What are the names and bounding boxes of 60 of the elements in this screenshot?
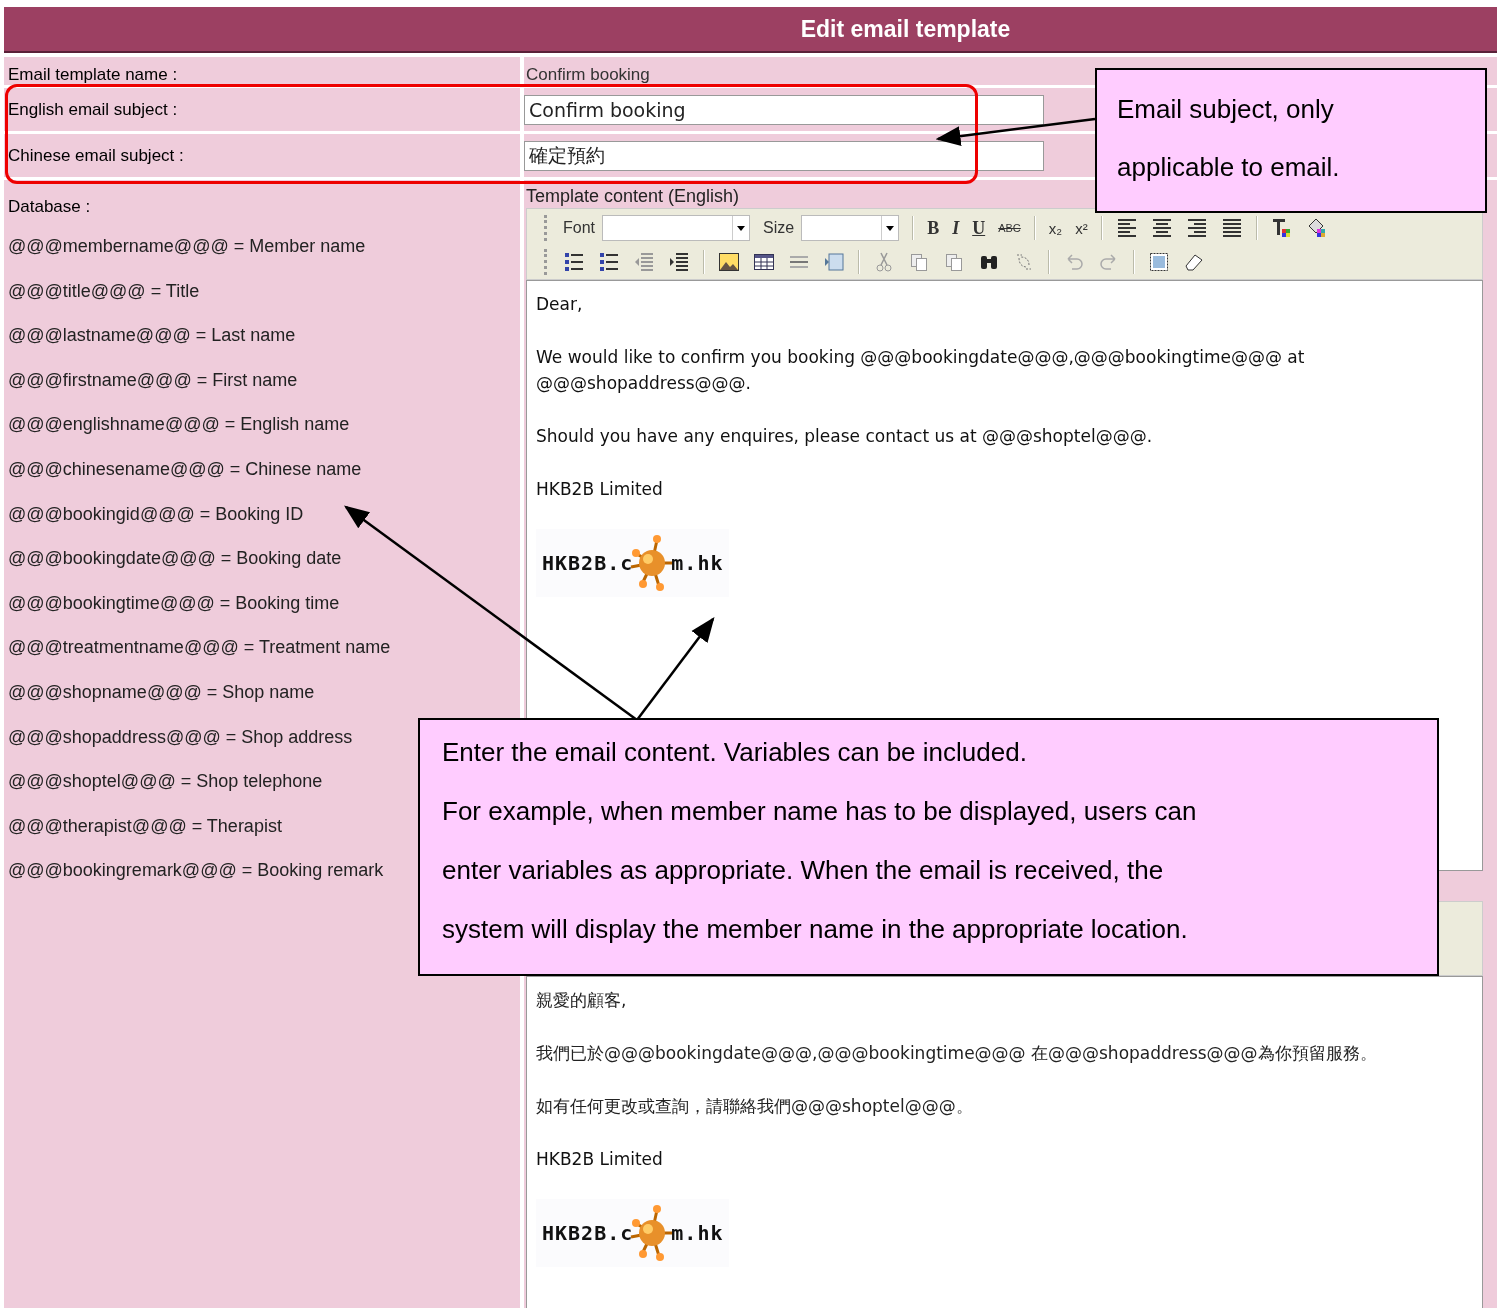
- email-paragraph: Dear,: [536, 293, 584, 316]
- field-label: Email template name :: [7, 65, 178, 85]
- italic-button[interactable]: I: [952, 217, 960, 239]
- numbered-list-icon[interactable]: [563, 251, 585, 273]
- subject-field[interactable]: Confirm booking: [524, 94, 1044, 125]
- email-paragraph: 我們已於@@@bookingdate@@@,@@@bookingtime@@@ 在@@@shopaddress@@@為你預留服務。: [536, 1042, 1378, 1065]
- variable-entry: @@@membername@@@ = Member name: [7, 235, 366, 258]
- variable-entry: @@@firstname@@@ = First name: [7, 368, 298, 392]
- align-right-icon[interactable]: [1185, 217, 1208, 239]
- field-value: Confirm booking: [525, 65, 650, 85]
- anchor-icon[interactable]: [823, 251, 845, 273]
- logo: HKB2B.c m.hk: [536, 529, 730, 597]
- variable-entry: @@@bookingid@@@ = Booking ID: [7, 502, 304, 526]
- dropdown-arrow-icon: [886, 225, 895, 231]
- field-label: English email subject :: [7, 99, 178, 120]
- justify-icon[interactable]: [1220, 217, 1243, 239]
- database-title: Database :: [7, 196, 91, 218]
- signature-text: HKB2B Limited: [536, 478, 664, 501]
- variable-entry: @@@bookingremark@@@ = Booking remark: [7, 859, 384, 883]
- font-label: Font: [563, 219, 595, 237]
- variable-entry: @@@title@@@ = Title: [7, 279, 200, 303]
- email-paragraph: 親愛的顧客,: [536, 989, 628, 1012]
- subject-field[interactable]: 確定預約: [524, 140, 1044, 171]
- email-paragraph: Should you have any enquires, please contact us at @@@shoptel@@@.: [536, 425, 1154, 448]
- bullet-list-icon[interactable]: [598, 251, 620, 273]
- text-color-icon[interactable]: [1270, 217, 1293, 239]
- page-title: Edit email template: [800, 15, 1011, 43]
- variable-entry: @@@englishname@@@ = English name: [7, 413, 350, 437]
- align-left-icon[interactable]: [1115, 217, 1138, 239]
- variable-entry: @@@shoptel@@@ = Shop telephone: [7, 770, 323, 794]
- copy-icon[interactable]: [908, 251, 930, 273]
- field-label: Chinese email subject :: [7, 145, 184, 166]
- table-icon[interactable]: [753, 251, 775, 273]
- size-label: Size: [763, 219, 795, 237]
- variable-entry: @@@shopname@@@ = Shop name: [7, 680, 315, 704]
- email-paragraph: 如有任何更改或查詢，請聯絡我們@@@shoptel@@@。: [536, 1095, 974, 1118]
- signature-text: HKB2B Limited: [536, 1148, 664, 1171]
- variable-entry: @@@bookingtime@@@ = Booking time: [7, 591, 340, 615]
- paste-icon[interactable]: [943, 251, 965, 273]
- select-all-icon[interactable]: [1148, 251, 1170, 273]
- variable-entry: @@@bookingdate@@@ = Booking date: [7, 547, 342, 571]
- indent-icon[interactable]: [668, 251, 690, 273]
- strikethrough-button[interactable]: ABC: [998, 222, 1021, 234]
- callout-text: Email subject, only applicable to email.: [1117, 93, 1341, 184]
- underline-button[interactable]: U: [972, 217, 986, 239]
- editor-content-area[interactable]: 親愛的顧客, 我們已於@@@bookingdate@@@,@@@bookingtime@@@ 在@@@shopaddress@@@為你預留服務。 如有任何更改或查詢，請聯絡我們@@@shoptel@@@。 HKB2B Limited HKB2B.c m.hk: [526, 976, 1483, 1308]
- variable-entry: @@@lastname@@@ = Last name: [7, 324, 296, 348]
- subscript-button[interactable]: x₂: [1048, 219, 1063, 237]
- variable-entry: @@@chinesename@@@ = Chinese name: [7, 457, 362, 481]
- bold-button[interactable]: B: [927, 217, 940, 239]
- dropdown-arrow-icon: [737, 225, 745, 231]
- variable-entry: @@@shopaddress@@@ = Shop address: [7, 725, 353, 749]
- superscript-button[interactable]: x²: [1075, 219, 1088, 237]
- email-paragraph: We would like to confirm you booking @@@bookingdate@@@,@@@bookingtime@@@ at @@@shopaddress@@@.: [536, 346, 1306, 395]
- variable-entry: @@@therapist@@@ = Therapist: [7, 814, 282, 838]
- image-icon[interactable]: [718, 251, 740, 273]
- align-center-icon[interactable]: [1150, 217, 1173, 239]
- editor-label: Template content (English): [525, 185, 741, 206]
- logo: HKB2B.c m.hk: [536, 1199, 730, 1267]
- variable-entry: @@@treatmentname@@@ = Treatment name: [7, 636, 391, 660]
